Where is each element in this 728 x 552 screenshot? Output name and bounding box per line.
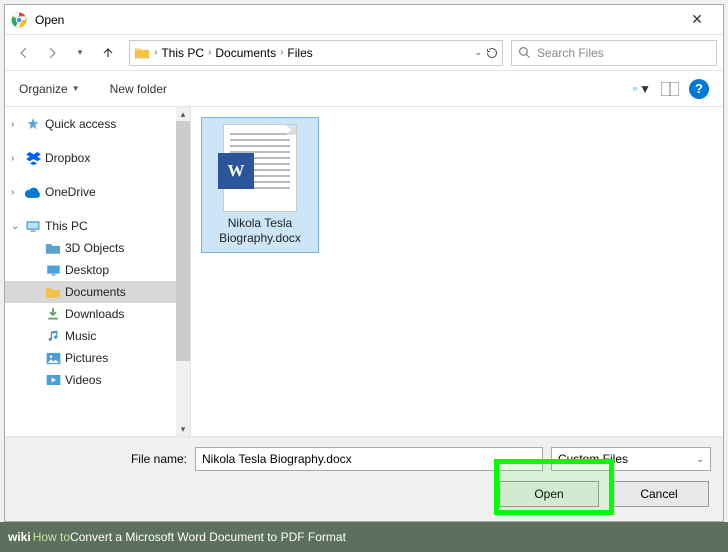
filetype-select[interactable]: Custom Files⌄ — [551, 447, 711, 471]
sidebar-dropbox[interactable]: ›Dropbox — [5, 147, 190, 169]
preview-pane-button[interactable] — [661, 80, 679, 98]
up-button[interactable] — [95, 40, 121, 66]
folder-icon — [45, 240, 61, 256]
sidebar-item-desktop[interactable]: Desktop — [5, 259, 190, 281]
open-dialog: Open ✕ ▾ › This PC › Documents › Files ⌄… — [4, 4, 724, 522]
dropbox-icon — [25, 150, 41, 166]
content-area: ›Quick access ›Dropbox ›OneDrive ⌄This P… — [5, 107, 723, 436]
sidebar-item-videos[interactable]: Videos — [5, 369, 190, 391]
music-icon — [45, 328, 61, 344]
sidebar-item-3d-objects[interactable]: 3D Objects — [5, 237, 190, 259]
caption-bar: wikiHow to Convert a Microsoft Word Docu… — [0, 522, 728, 552]
word-icon: W — [218, 153, 254, 189]
caption-title: Convert a Microsoft Word Document to PDF… — [70, 530, 346, 544]
chevron-right-icon: › — [206, 47, 213, 58]
close-button[interactable]: ✕ — [677, 6, 717, 34]
sidebar-onedrive[interactable]: ›OneDrive — [5, 181, 190, 203]
search-placeholder: Search Files — [537, 46, 604, 60]
chevron-down-icon: ⌄ — [696, 454, 704, 465]
scroll-up-icon[interactable]: ▴ — [176, 107, 190, 121]
chevron-down-icon[interactable]: ⌄ — [528, 454, 536, 465]
caption-how: How to — [33, 530, 70, 544]
view-mode-button[interactable]: ▼ — [633, 80, 651, 98]
search-input[interactable]: Search Files — [511, 40, 717, 66]
file-label: Nikola Tesla Biography.docx — [208, 216, 312, 246]
videos-icon — [45, 372, 61, 388]
toolbar: Organize▼ New folder ▼ ? — [5, 71, 723, 107]
sidebar: ›Quick access ›Dropbox ›OneDrive ⌄This P… — [5, 107, 191, 436]
back-button[interactable] — [11, 40, 37, 66]
sidebar-item-downloads[interactable]: Downloads — [5, 303, 190, 325]
filename-label: File name: — [17, 452, 187, 466]
organize-menu[interactable]: Organize▼ — [19, 82, 80, 96]
wiki-logo-text: wiki — [8, 530, 31, 544]
open-button[interactable]: Open — [499, 481, 599, 507]
breadcrumb-segment[interactable]: This PC — [161, 46, 204, 60]
recent-dropdown[interactable]: ▾ — [67, 40, 93, 66]
folder-icon — [134, 45, 150, 61]
titlebar: Open ✕ — [5, 5, 723, 35]
cancel-button[interactable]: Cancel — [609, 481, 709, 507]
sidebar-item-music[interactable]: Music — [5, 325, 190, 347]
scroll-thumb[interactable] — [176, 121, 190, 361]
sidebar-item-pictures[interactable]: Pictures — [5, 347, 190, 369]
chrome-icon — [11, 12, 27, 28]
nav-bar: ▾ › This PC › Documents › Files ⌄ Search… — [5, 35, 723, 71]
scroll-down-icon[interactable]: ▾ — [176, 422, 190, 436]
forward-button[interactable] — [39, 40, 65, 66]
new-folder-button[interactable]: New folder — [110, 82, 167, 96]
sidebar-this-pc[interactable]: ⌄This PC — [5, 215, 190, 237]
breadcrumb[interactable]: › This PC › Documents › Files ⌄ — [129, 40, 503, 66]
breadcrumb-segment[interactable]: Files — [287, 46, 312, 60]
breadcrumb-dropdown[interactable]: ⌄ — [474, 47, 498, 59]
help-button[interactable]: ? — [689, 79, 709, 99]
pictures-icon — [45, 350, 61, 366]
sidebar-quick-access[interactable]: ›Quick access — [5, 113, 190, 135]
file-thumbnail: W — [223, 124, 297, 212]
download-icon — [45, 306, 61, 322]
chevron-right-icon: › — [278, 47, 285, 58]
search-icon — [518, 46, 531, 59]
filename-input[interactable]: Nikola Tesla Biography.docx⌄ — [195, 447, 543, 471]
chevron-right-icon: › — [152, 47, 159, 58]
bottom-panel: File name: Nikola Tesla Biography.docx⌄ … — [5, 436, 723, 521]
folder-icon — [45, 284, 61, 300]
file-item[interactable]: W Nikola Tesla Biography.docx — [201, 117, 319, 253]
dialog-title: Open — [35, 13, 677, 27]
breadcrumb-segment[interactable]: Documents — [215, 46, 276, 60]
file-pane[interactable]: W Nikola Tesla Biography.docx — [191, 107, 723, 436]
desktop-icon — [45, 262, 61, 278]
pc-icon — [25, 218, 41, 234]
cloud-icon — [25, 184, 41, 200]
star-icon — [25, 116, 41, 132]
sidebar-item-documents[interactable]: Documents — [5, 281, 190, 303]
sidebar-scrollbar[interactable]: ▴ ▾ — [176, 107, 190, 436]
